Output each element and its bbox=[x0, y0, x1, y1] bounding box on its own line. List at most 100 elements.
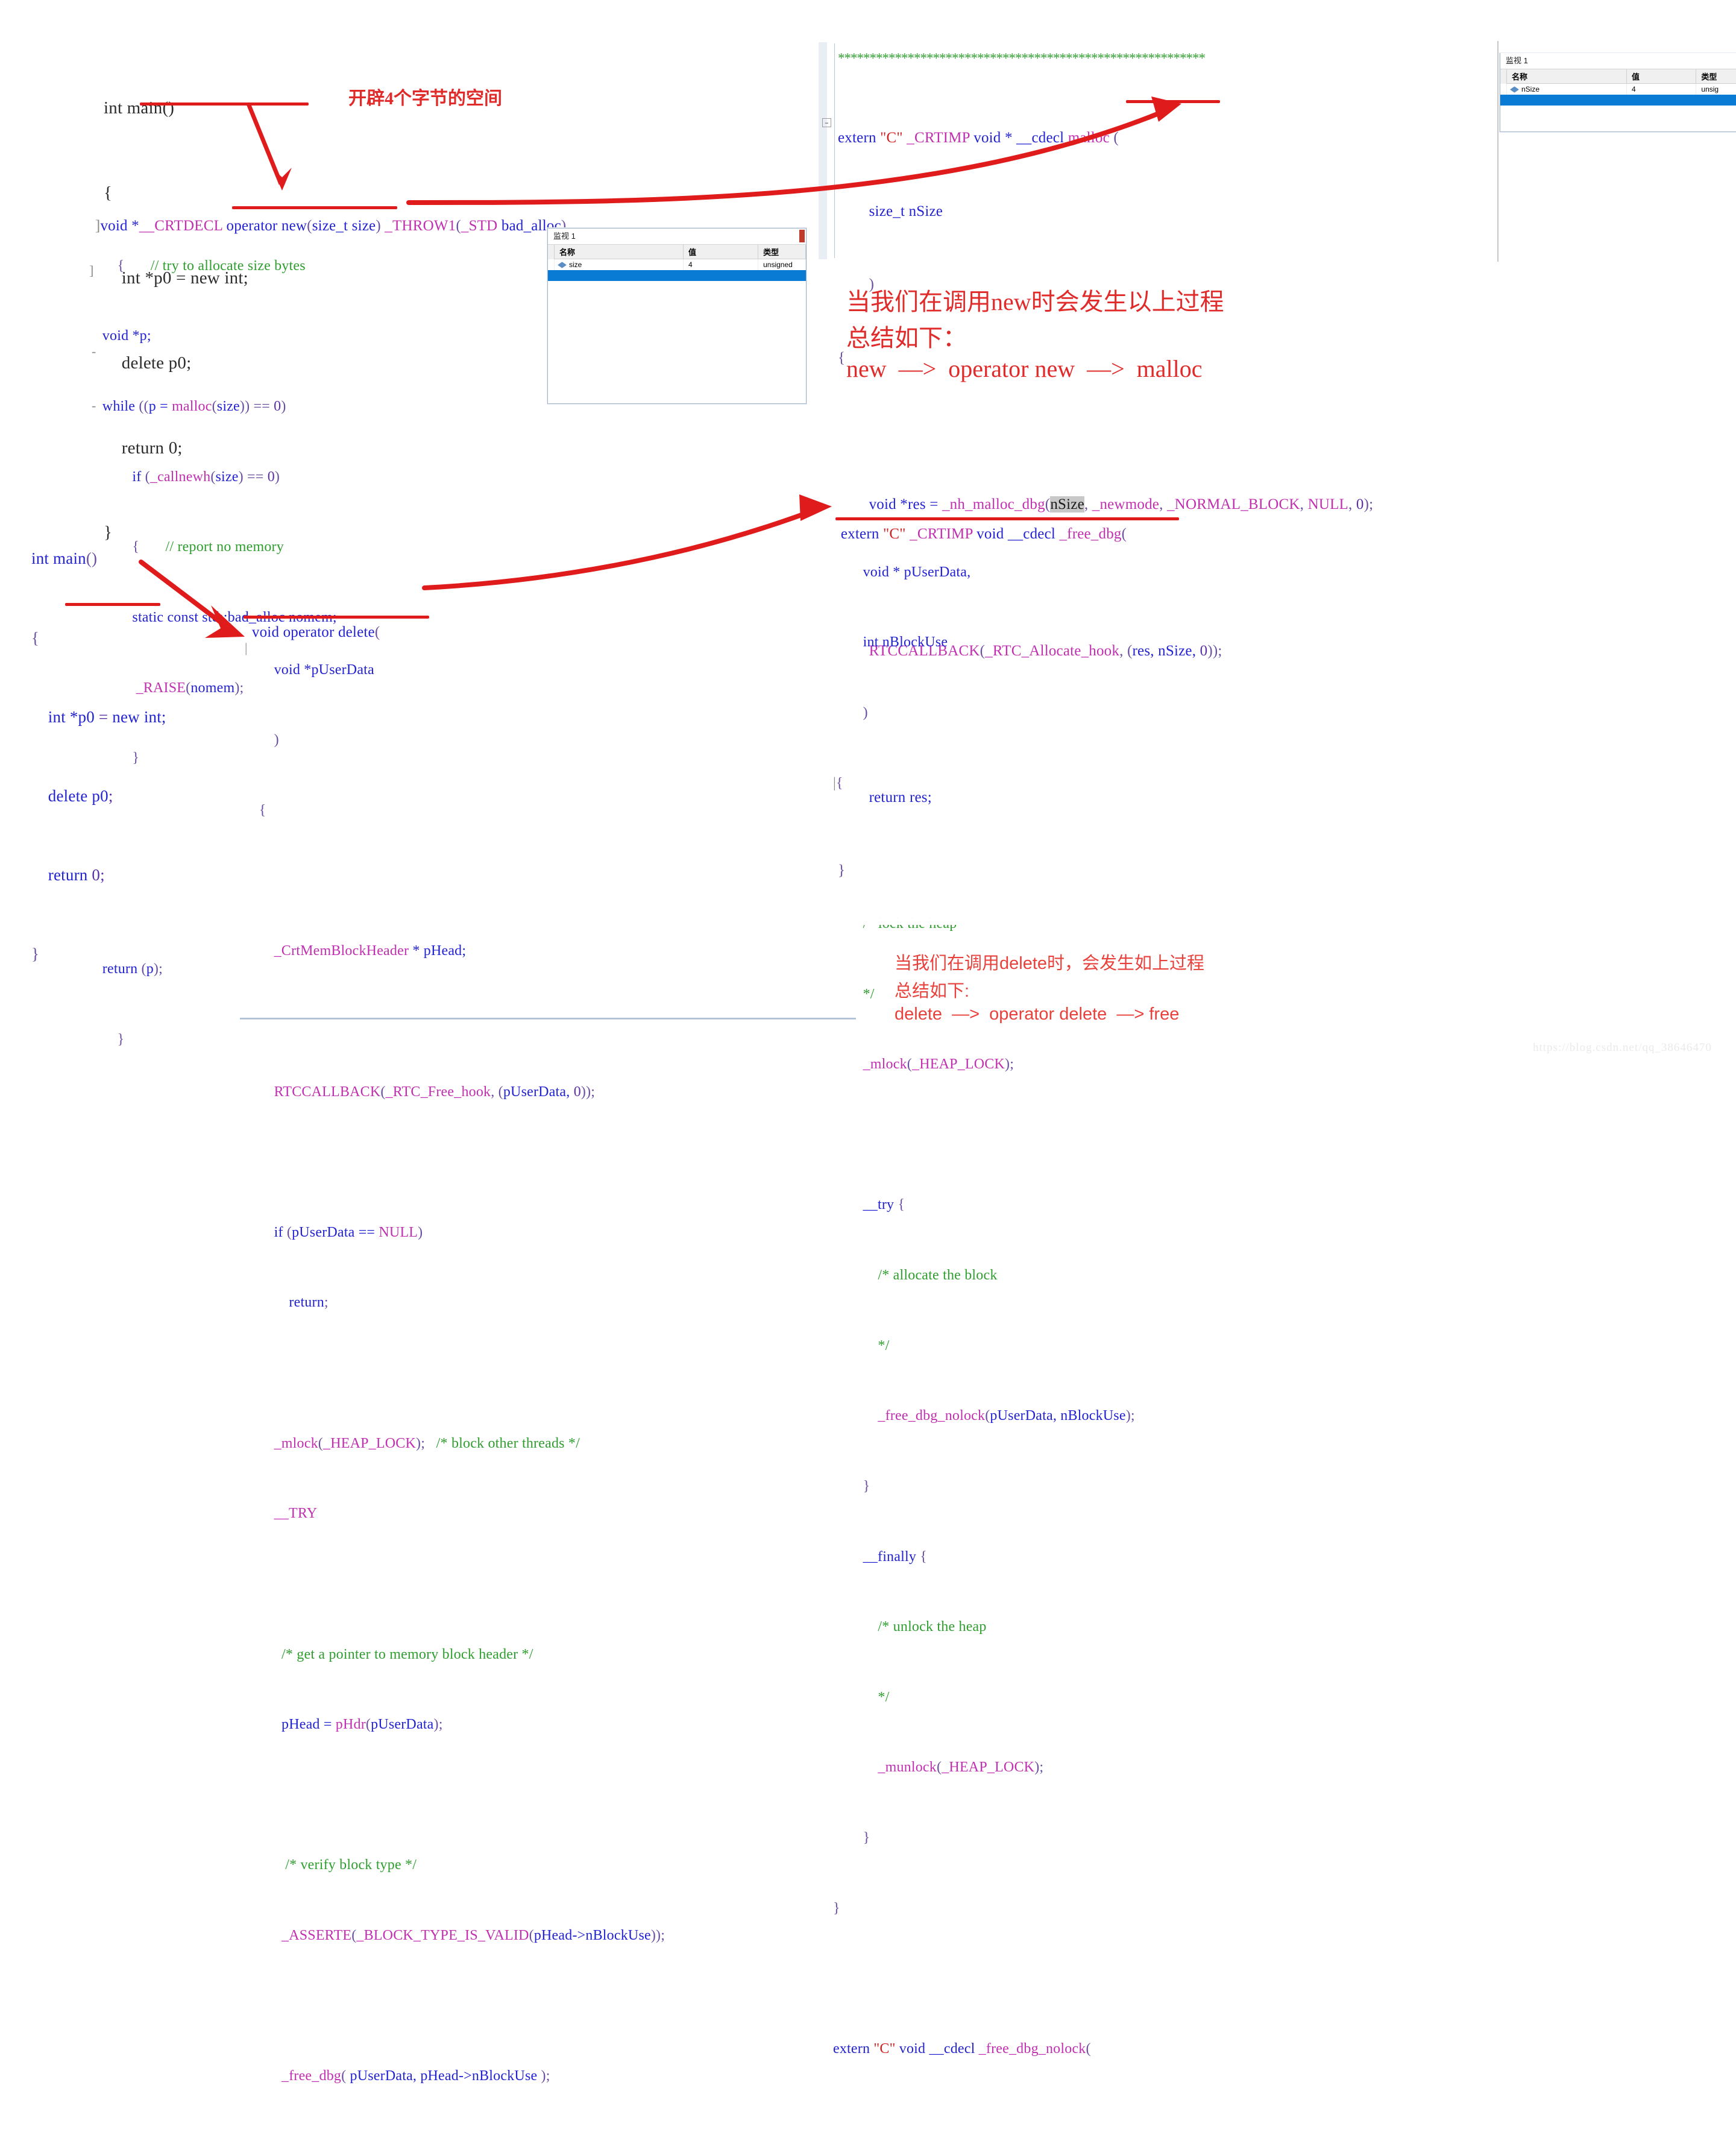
watch-row-empty-selected[interactable] bbox=[548, 270, 806, 281]
watch-row-value[interactable]: 4 bbox=[1627, 84, 1697, 95]
code-line: __TRY bbox=[244, 1506, 318, 1522]
fold-marker-4[interactable]: - bbox=[92, 395, 96, 417]
panel-separator-line bbox=[240, 1018, 856, 1020]
watch-row[interactable]: nSize 4 unsig bbox=[1500, 84, 1736, 95]
watch-new-entry-name[interactable] bbox=[1507, 95, 1627, 106]
row-gutter bbox=[548, 270, 555, 281]
code-line: if (pUserData == NULL) bbox=[244, 1224, 423, 1240]
code-line: _mlock(_HEAP_LOCK); /* block other threa… bbox=[244, 1435, 580, 1451]
code-line: _free_dbg( pUserData, pHead->nBlockUse )… bbox=[244, 2068, 550, 2084]
column-header-type[interactable]: 类型 bbox=[758, 245, 806, 259]
code-line: _CrtMemBlockHeader * pHead; bbox=[244, 943, 467, 959]
watch-table: 名称 值 类型 nSize 4 unsig bbox=[1500, 69, 1736, 131]
column-header-name[interactable]: 名称 bbox=[555, 245, 684, 259]
watch-title-text: 监视 1 bbox=[1506, 56, 1528, 65]
code-line: /* allocate the block bbox=[833, 1267, 998, 1283]
summary-new-line3: new —> operator new —> malloc bbox=[846, 355, 1203, 382]
indent-guide-delete: | bbox=[245, 640, 248, 655]
watch-new-entry-value[interactable] bbox=[684, 270, 759, 281]
variable-icon bbox=[558, 262, 567, 268]
watch-window-left[interactable]: 监视 1 名称 值 类型 size 4 unsigned bbox=[547, 228, 807, 404]
row-gutter bbox=[1500, 69, 1507, 84]
watch-row-name: nSize bbox=[1521, 85, 1540, 93]
code-line: int main() bbox=[104, 98, 175, 118]
watch-row-name: size bbox=[569, 260, 582, 269]
comment-banner-asterisks: ****************************************… bbox=[838, 51, 1206, 66]
watch-title-bar: 监视 1 bbox=[548, 229, 806, 245]
code-line: */ bbox=[833, 1337, 890, 1354]
code-line: _ASSERTE(_BLOCK_TYPE_IS_VALID(pHead->nBl… bbox=[244, 1928, 665, 1943]
code-clip-fade bbox=[831, 901, 1373, 925]
operator-delete-body: void *pUserData ) { _CrtMemBlockHeader *… bbox=[244, 611, 665, 2132]
code-line: void *pUserData bbox=[244, 661, 374, 678]
fold-marker-3[interactable]: - bbox=[92, 341, 96, 362]
code-line: /* verify block type */ bbox=[244, 1857, 417, 1873]
top-right-panel-edge bbox=[1497, 41, 1499, 262]
code-line: delete p0; bbox=[31, 787, 113, 806]
watch-row-name-cell[interactable]: size bbox=[555, 259, 684, 270]
row-gutter bbox=[548, 245, 555, 259]
code-line: /* get a pointer to memory block header … bbox=[244, 1646, 533, 1662]
code-line: } bbox=[833, 1478, 870, 1494]
watch-new-entry-value[interactable] bbox=[1627, 95, 1697, 106]
free-dbg-body: void * pUserData, int nBlockUse ) |{ /* … bbox=[833, 514, 1135, 2132]
summary-new-line2: 总结如下： bbox=[846, 324, 967, 352]
code-line: */ bbox=[833, 1689, 890, 1705]
code-line: { // try to allocate size bytes bbox=[87, 257, 306, 274]
code-line: |{ bbox=[833, 775, 843, 791]
watch-row-empty-selected[interactable] bbox=[1500, 95, 1736, 106]
code-line: } bbox=[833, 1900, 840, 1916]
watch-row-name-cell[interactable]: nSize bbox=[1507, 84, 1627, 95]
watch-window-right[interactable]: 监视 1 名称 值 类型 nSize 4 unsig bbox=[1500, 53, 1736, 132]
code-line: __finally { bbox=[833, 1548, 927, 1565]
watch-new-entry-type bbox=[758, 270, 806, 281]
summary-delete-line1: 当我们在调用delete时，会发生如上过程 bbox=[895, 954, 1205, 973]
watch-title-text: 监视 1 bbox=[553, 232, 576, 241]
column-header-name[interactable]: 名称 bbox=[1507, 69, 1627, 84]
code-line: /* unlock the heap bbox=[833, 1619, 987, 1635]
code-line: return; bbox=[244, 1295, 329, 1311]
watch-header-row: 名称 值 类型 bbox=[548, 245, 806, 259]
close-icon[interactable] bbox=[799, 230, 805, 242]
code-line: _munlock(_HEAP_LOCK); bbox=[833, 1759, 1044, 1776]
column-header-value[interactable]: 值 bbox=[1627, 69, 1697, 84]
code-line: if (_callnewh(size) == 0) bbox=[87, 468, 280, 485]
arrow-operator-delete-to-free-dbg bbox=[422, 494, 832, 590]
summary-delete-line2: 总结如下: bbox=[895, 982, 970, 1001]
column-header-type[interactable]: 类型 bbox=[1696, 69, 1736, 84]
code-line: int nBlockUse bbox=[833, 634, 948, 651]
summary-new-line1: 当我们在调用new时会发生以上过程 bbox=[846, 288, 1224, 315]
code-line: ) bbox=[833, 705, 868, 721]
code-line: ) bbox=[244, 732, 279, 748]
code-line: */ bbox=[833, 986, 875, 1002]
watch-new-entry-name[interactable] bbox=[555, 270, 684, 281]
watch-row-type: unsigned bbox=[758, 259, 806, 270]
column-header-value[interactable]: 值 bbox=[684, 245, 759, 259]
code-line: void *p; bbox=[87, 328, 151, 344]
code-line: RTCCALLBACK(_RTC_Free_hook, (pUserData, … bbox=[244, 1083, 596, 1100]
watermark: https://blog.csdn.net/qq_38646470 bbox=[1533, 1041, 1712, 1054]
fold-marker-2[interactable]: ] bbox=[89, 260, 94, 282]
watch-new-entry-type bbox=[1696, 95, 1736, 106]
code-line: void * pUserData, bbox=[833, 564, 971, 580]
watch-row[interactable]: size 4 unsigned bbox=[548, 259, 806, 270]
code-line: _free_dbg_nolock(pUserData, nBlockUse); bbox=[833, 1408, 1135, 1424]
variable-icon bbox=[1510, 86, 1519, 93]
watch-row-value[interactable]: 4 bbox=[684, 259, 759, 270]
arrow-operator-new-to-malloc bbox=[406, 96, 1181, 205]
code-line: pHead = pHdr(pUserData); bbox=[244, 1717, 443, 1733]
watch-table: 名称 值 类型 size 4 unsigned bbox=[548, 245, 806, 403]
row-gutter bbox=[1500, 95, 1507, 106]
code-line: while ((p = malloc(size)) == 0) bbox=[87, 399, 286, 414]
